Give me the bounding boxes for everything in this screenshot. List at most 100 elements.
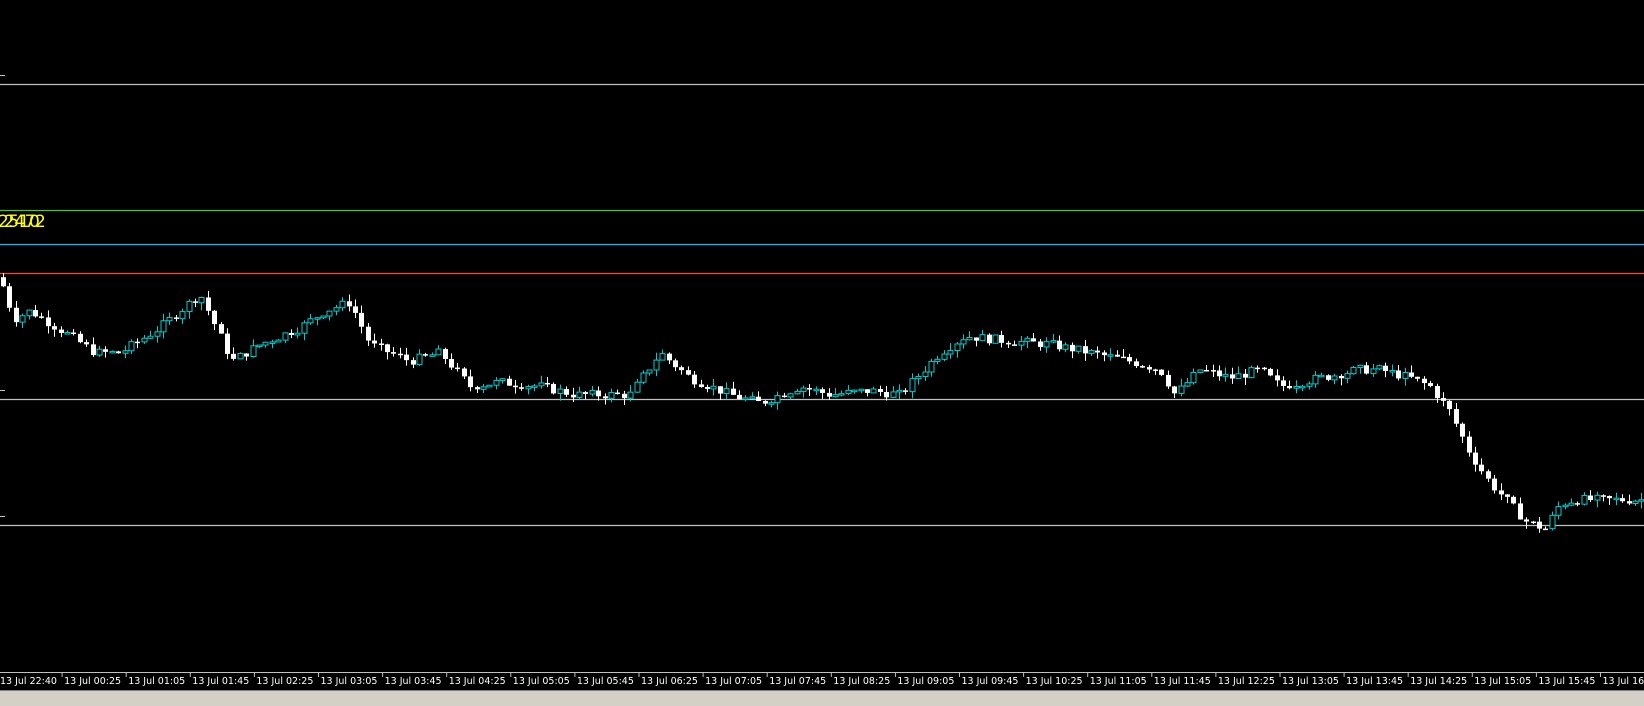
time-axis-label: 13 Jul 11:45 xyxy=(1154,676,1211,687)
candle xyxy=(673,359,678,372)
candle xyxy=(1371,364,1376,377)
candle xyxy=(129,339,134,354)
candle xyxy=(1351,366,1356,375)
candle xyxy=(1115,350,1120,357)
candle xyxy=(148,331,153,340)
time-axis-label: 13 Jul 14:25 xyxy=(1410,676,1467,687)
candle xyxy=(321,315,326,319)
candle xyxy=(225,328,230,359)
candle xyxy=(967,331,972,340)
candle xyxy=(289,329,294,338)
candle xyxy=(430,352,435,356)
time-axis-label: 13 Jul 07:45 xyxy=(769,676,826,687)
candle xyxy=(199,297,204,310)
candle xyxy=(1345,371,1350,384)
candle xyxy=(987,333,992,345)
candle xyxy=(1019,336,1024,350)
candle xyxy=(257,345,262,348)
candle xyxy=(302,320,307,340)
candle xyxy=(526,385,531,395)
candle xyxy=(1121,349,1126,358)
candle xyxy=(1140,365,1145,368)
candle xyxy=(654,353,659,376)
candle xyxy=(1236,366,1241,378)
candle xyxy=(295,328,300,339)
candle xyxy=(1383,363,1388,377)
candle xyxy=(417,349,422,366)
candle xyxy=(103,346,108,357)
candle xyxy=(1524,517,1529,529)
candle xyxy=(814,387,819,395)
candle xyxy=(1486,469,1491,482)
candle xyxy=(1543,527,1548,531)
bottom-scrollbar[interactable] xyxy=(0,690,1644,706)
candle xyxy=(1294,380,1299,393)
candle xyxy=(391,347,396,357)
candle xyxy=(1057,336,1062,352)
candle xyxy=(507,376,512,386)
candle xyxy=(283,332,288,343)
candle xyxy=(1556,502,1561,520)
candle xyxy=(379,339,384,351)
candle xyxy=(1447,400,1452,416)
candle xyxy=(1025,336,1030,348)
candle xyxy=(807,384,812,396)
candle xyxy=(1230,368,1235,384)
candle xyxy=(743,395,748,401)
time-axis-label: 13 Jul 01:45 xyxy=(192,676,249,687)
candle xyxy=(212,310,217,330)
candle xyxy=(1217,365,1222,380)
candle xyxy=(513,380,518,394)
candle xyxy=(820,387,825,399)
candle xyxy=(718,386,723,400)
candle xyxy=(795,389,800,395)
time-axis-label: 13 Jul 08:25 xyxy=(833,676,890,687)
candle xyxy=(852,389,857,393)
candle xyxy=(1300,385,1305,391)
candle xyxy=(519,383,524,391)
chart-canvas[interactable]: 13 Jul 22:4013 Jul 00:2513 Jul 01:0513 J… xyxy=(0,0,1644,690)
candle xyxy=(1454,403,1459,427)
candle xyxy=(71,329,76,335)
candle xyxy=(340,297,345,311)
candle xyxy=(1134,359,1139,368)
candle xyxy=(423,353,428,357)
candle xyxy=(1211,365,1216,377)
candle xyxy=(206,291,211,315)
candle xyxy=(583,391,588,399)
candle xyxy=(231,347,236,360)
candle xyxy=(1627,495,1632,506)
candle xyxy=(110,350,115,353)
candle xyxy=(942,350,947,361)
candle xyxy=(667,352,672,364)
candle xyxy=(1505,494,1510,503)
candle xyxy=(1044,337,1049,353)
candle xyxy=(660,350,665,361)
candle xyxy=(411,357,416,368)
candle xyxy=(1575,502,1580,507)
candle xyxy=(891,386,896,398)
candle xyxy=(52,323,57,337)
candle xyxy=(1006,341,1011,348)
candle xyxy=(39,313,44,319)
candle xyxy=(1473,447,1478,472)
candle xyxy=(827,388,832,400)
time-axis-label: 13 Jul 05:45 xyxy=(577,676,634,687)
candle xyxy=(1403,368,1408,386)
candle xyxy=(763,400,768,406)
candle xyxy=(1012,341,1017,346)
candle xyxy=(1390,364,1395,376)
candle xyxy=(1499,483,1504,500)
trading-chart[interactable]: 13 Jul 22:4013 Jul 00:2513 Jul 01:0513 J… xyxy=(0,0,1644,705)
time-axis-label: 13 Jul 02:25 xyxy=(256,676,313,687)
candle xyxy=(756,391,761,401)
candle xyxy=(1179,379,1184,397)
candle xyxy=(1076,346,1081,354)
candle xyxy=(1479,458,1484,474)
time-axis-label: 13 Jul 12:25 xyxy=(1218,676,1275,687)
candle xyxy=(974,337,979,346)
candle xyxy=(219,322,224,334)
candle xyxy=(871,387,876,394)
candle xyxy=(91,337,96,357)
candle xyxy=(737,390,742,399)
